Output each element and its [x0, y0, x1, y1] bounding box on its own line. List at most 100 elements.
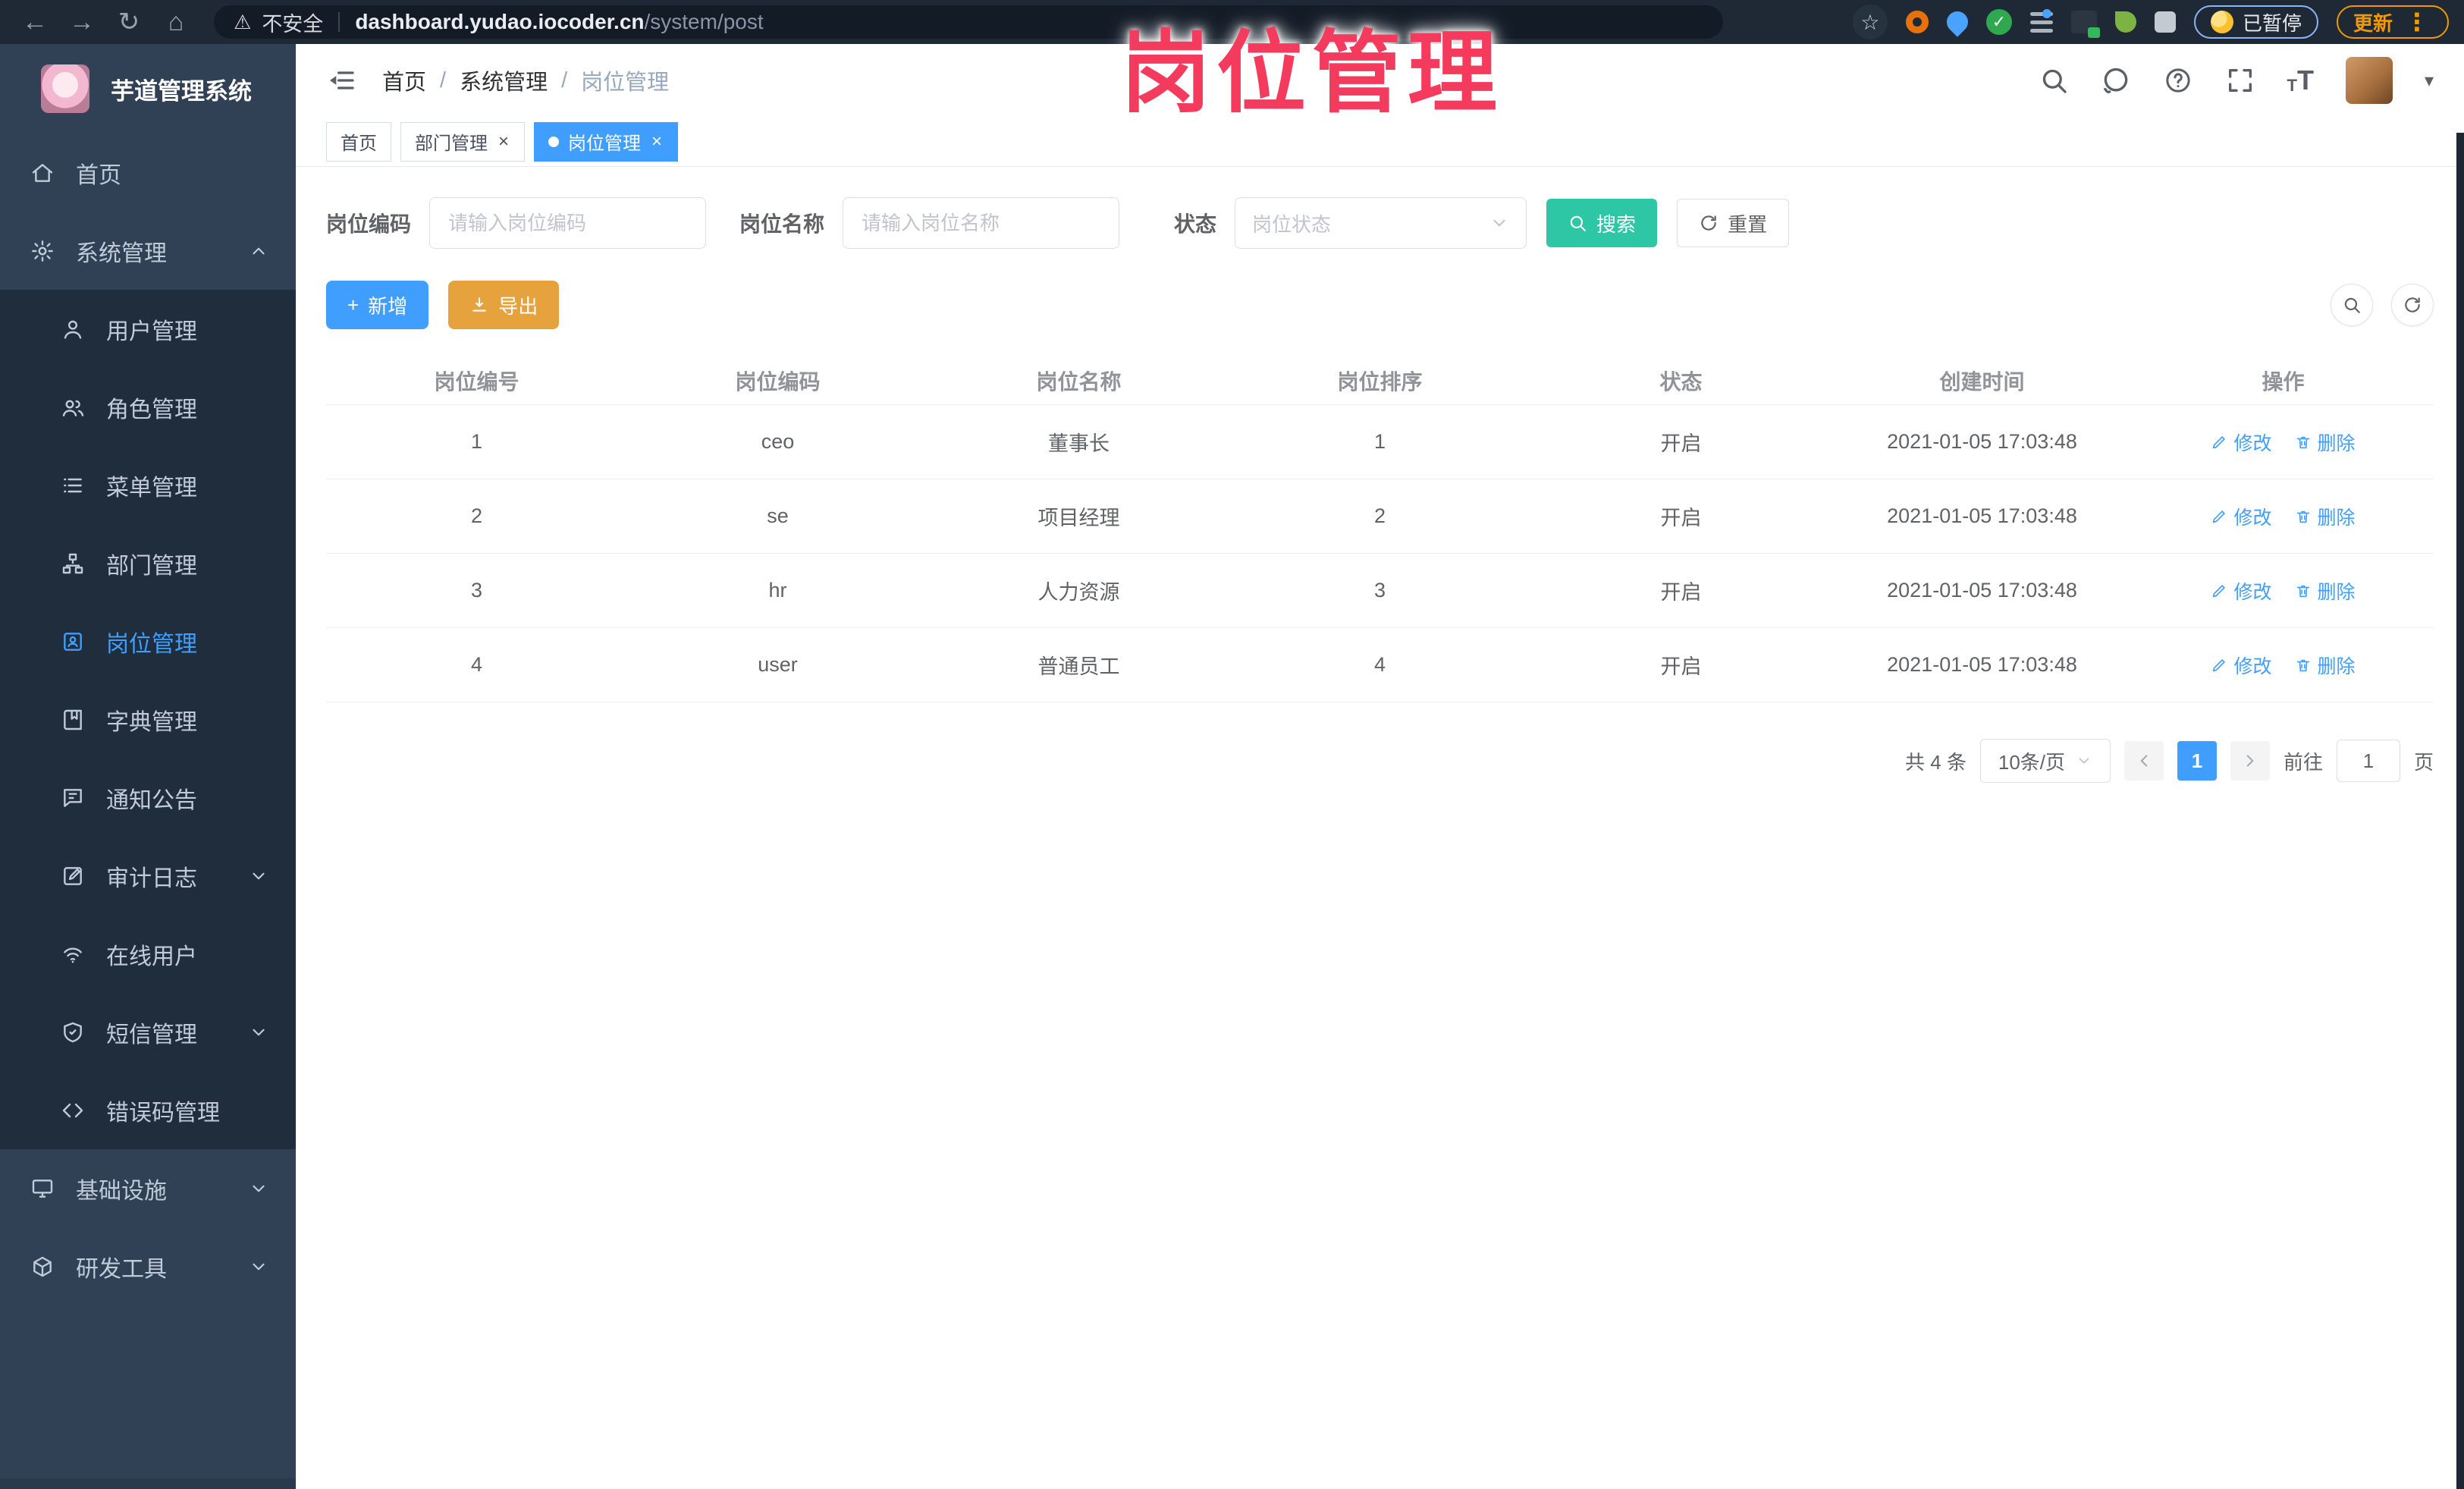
sidebar-item-sms-management[interactable]: 短信管理 [0, 993, 296, 1071]
next-page-button[interactable] [2230, 741, 2270, 781]
add-button[interactable]: + 新增 [326, 281, 429, 329]
address-bar[interactable]: ⚠ 不安全 dashboard.yudao.iocoder.cn /system… [214, 5, 1723, 39]
url-host: dashboard.yudao.iocoder.cn [355, 10, 645, 33]
download-icon [469, 295, 489, 315]
paused-badge[interactable]: 已暂停 [2193, 5, 2318, 39]
edit-link[interactable]: 修改 [2211, 577, 2272, 605]
close-icon[interactable]: × [650, 132, 664, 151]
signal-icon [61, 942, 85, 966]
prev-page-button[interactable] [2123, 741, 2164, 781]
tab-post-management[interactable]: 岗位管理 × [534, 121, 679, 162]
browser-back-icon[interactable]: ← [15, 2, 55, 42]
goto-label: 前往 [2283, 750, 2323, 774]
delete-link[interactable]: 删除 [2295, 652, 2356, 679]
extension-sliders-icon[interactable] [2029, 8, 2053, 33]
home-icon [30, 161, 55, 185]
delete-link[interactable]: 删除 [2295, 429, 2356, 456]
tab-home[interactable]: 首页 [326, 121, 391, 162]
column-header: 岗位名称 [1036, 369, 1122, 394]
toggle-search-button[interactable] [2331, 284, 2373, 326]
breadcrumb-home[interactable]: 首页 [382, 64, 426, 96]
breadcrumb-separator: / [440, 68, 447, 93]
delete-link[interactable]: 删除 [2295, 577, 2356, 605]
search-form: 岗位编码 岗位名称 状态 岗位状态 搜索 重置 [326, 197, 2434, 249]
browser-reload-icon[interactable]: ↻ [109, 2, 149, 42]
sidebar-item-home[interactable]: 首页 [0, 134, 296, 212]
sidebar-item-post-management[interactable]: 岗位管理 [0, 602, 296, 680]
page-size-select[interactable]: 10条/页 [1979, 739, 2111, 783]
github-icon[interactable] [2101, 65, 2131, 96]
export-button[interactable]: 导出 [448, 281, 560, 329]
update-button-label: 更新 [2353, 11, 2393, 35]
pencil-icon [2211, 583, 2227, 599]
edit-link[interactable]: 修改 [2211, 503, 2272, 530]
sidebar-item-dept-management[interactable]: 部门管理 [0, 524, 296, 602]
sidebar-item-infrastructure[interactable]: 基础设施 [0, 1149, 296, 1227]
paused-badge-label: 已暂停 [2242, 11, 2302, 35]
sidebar-bottom-strip [0, 1478, 296, 1489]
browser-menu-dots-icon[interactable]: ⋮ [2402, 8, 2432, 36]
goto-page-input[interactable] [2336, 740, 2400, 782]
header-search-icon[interactable] [2039, 65, 2069, 96]
close-icon[interactable]: × [497, 132, 510, 151]
sidebar-item-error-code-management[interactable]: 错误码管理 [0, 1071, 296, 1149]
browser-forward-icon[interactable]: → [62, 2, 102, 42]
sidebar-item-system-management[interactable]: 系统管理 [0, 212, 296, 290]
font-size-icon[interactable]: TT [2287, 67, 2314, 94]
browser-home-icon[interactable]: ⌂ [156, 2, 196, 42]
table-toolbar: + 新增 导出 [326, 281, 2434, 329]
extension-location-drop-icon[interactable] [1942, 7, 1973, 37]
sidebar-item-user-management[interactable]: 用户管理 [0, 290, 296, 368]
edit-link[interactable]: 修改 [2211, 429, 2272, 456]
column-header: 状态 [1659, 369, 1703, 394]
help-question-icon[interactable] [2163, 65, 2193, 96]
bookmark-star-icon[interactable]: ☆ [1852, 5, 1888, 39]
extension-leaf-icon[interactable] [2114, 11, 2136, 33]
edit-link[interactable]: 修改 [2211, 652, 2272, 679]
status-select[interactable]: 岗位状态 [1235, 197, 1527, 249]
post-name-input[interactable] [843, 197, 1120, 249]
sidebar-item-dict-management[interactable]: 字典管理 [0, 680, 296, 759]
sidebar-item-audit-log[interactable]: 审计日志 [0, 837, 296, 915]
sidebar-item-online-users[interactable]: 在线用户 [0, 915, 296, 993]
avatar-caret-down-icon[interactable]: ▾ [2425, 70, 2434, 92]
breadcrumb-separator: / [561, 68, 568, 93]
user-avatar[interactable] [2345, 57, 2393, 104]
app-title: 芋道管理系统 [111, 77, 252, 105]
post-code-input[interactable] [429, 197, 707, 249]
extension-orange-ring-icon[interactable] [1905, 11, 1929, 33]
sidebar-item-dev-tools[interactable]: 研发工具 [0, 1227, 296, 1305]
pencil-icon [2211, 657, 2227, 674]
sidebar-item-menu-management[interactable]: 菜单管理 [0, 446, 296, 524]
extension-green-check-icon[interactable]: ✓ [1985, 9, 2012, 35]
sidebar-item-role-management[interactable]: 角色管理 [0, 368, 296, 446]
comment-icon [61, 786, 85, 810]
tab-dept-management[interactable]: 部门管理 × [400, 121, 526, 162]
reset-button[interactable]: 重置 [1677, 199, 1790, 247]
search-button[interactable]: 搜索 [1546, 199, 1658, 247]
search-icon [1568, 213, 1587, 233]
refresh-table-button[interactable] [2391, 284, 2434, 326]
users-icon [61, 395, 85, 419]
pencil-icon [2211, 508, 2227, 525]
page-scrollbar[interactable] [2456, 133, 2464, 1489]
trash-icon [2295, 508, 2312, 525]
browser-extensions-area: ☆ ✓ 已暂停 更新 ⋮ [1852, 5, 2449, 39]
extensions-puzzle-icon[interactable] [2154, 11, 2176, 33]
table-row: 2 se 项目经理 2 开启 2021-01-05 17:03:48 修改 删除 [326, 479, 2434, 554]
page-number-button[interactable]: 1 [2177, 741, 2217, 781]
sidebar-collapse-icon[interactable] [326, 65, 356, 96]
page-unit-label: 页 [2413, 750, 2434, 774]
chevron-down-icon [249, 1257, 268, 1277]
sidebar-item-notice[interactable]: 通知公告 [0, 759, 296, 837]
browser-update-button[interactable]: 更新 ⋮ [2336, 5, 2449, 39]
not-secure-warning-icon: ⚠ [234, 10, 252, 33]
sidebar-logo-row[interactable]: 芋道管理系统 [0, 44, 296, 134]
post-name-label: 岗位名称 [739, 212, 825, 236]
delete-link[interactable]: 删除 [2295, 503, 2356, 530]
column-header: 岗位编号 [434, 369, 519, 394]
fullscreen-icon[interactable] [2225, 65, 2255, 96]
extension-dark-card-icon[interactable] [2070, 11, 2100, 38]
org-tree-icon [61, 551, 85, 576]
chevron-down-icon [249, 1023, 268, 1042]
